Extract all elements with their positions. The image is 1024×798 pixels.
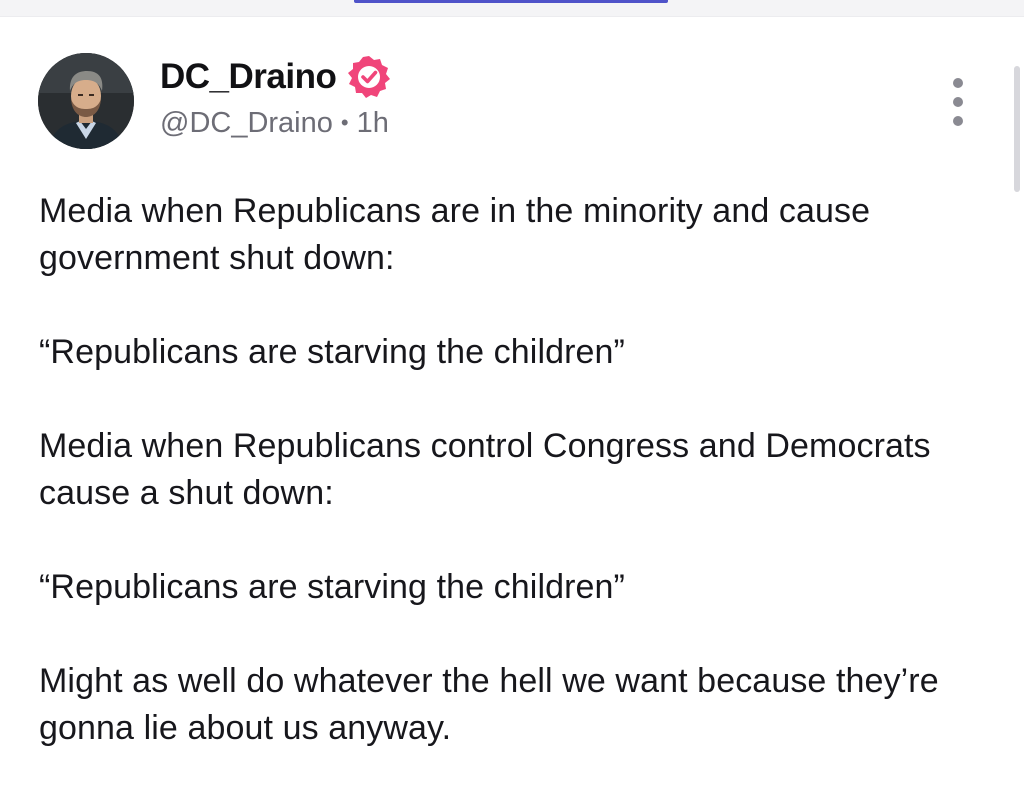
verified-badge-icon xyxy=(346,54,392,100)
meta-separator: • xyxy=(340,110,349,135)
author-display-name[interactable]: DC_Draino xyxy=(160,57,337,97)
more-dot xyxy=(953,97,963,107)
scrollbar-thumb[interactable] xyxy=(1014,66,1020,192)
author-handle[interactable]: @DC_Draino xyxy=(160,107,333,140)
post-paragraph: “Republicans are starving the children” xyxy=(39,568,625,606)
post-paragraph: “Republicans are starving the children” xyxy=(39,333,625,371)
more-options-button[interactable] xyxy=(940,78,976,126)
avatar[interactable] xyxy=(38,53,134,149)
post-paragraph: Might as well do whatever the hell we wa… xyxy=(39,662,939,747)
author-name-row: DC_Draino xyxy=(160,52,392,102)
active-tab-indicator xyxy=(354,0,668,3)
post-meta: @DC_Draino • 1h xyxy=(160,104,389,142)
app-window: DC_Draino @DC_Draino • 1h Media when Rep… xyxy=(0,0,1024,798)
post-body: Media when Republicans are in the minori… xyxy=(39,188,999,798)
post-paragraph: Media when Republicans control Congress … xyxy=(39,427,931,512)
more-dot xyxy=(953,116,963,126)
more-vertical-icon xyxy=(953,78,963,88)
post-card: DC_Draino @DC_Draino • 1h Media when Rep… xyxy=(0,18,1010,798)
post-paragraph: Media when Republicans are in the minori… xyxy=(39,192,871,277)
post-timestamp[interactable]: 1h xyxy=(357,107,389,140)
profile-photo xyxy=(38,53,134,149)
